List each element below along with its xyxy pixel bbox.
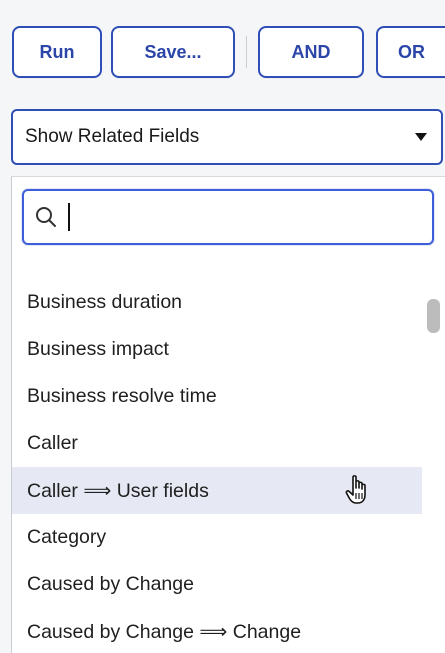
select-value: Show Related Fields: [25, 126, 200, 147]
list-item-label: Caller ⟹ User fields: [27, 479, 209, 502]
list-item[interactable]: Category: [12, 514, 422, 561]
list-item-label: Caused by Change ⟹ Change: [27, 620, 302, 643]
text-cursor: [68, 203, 70, 231]
run-button[interactable]: Run: [12, 26, 102, 78]
list-item-label: Caller: [27, 432, 78, 454]
or-button[interactable]: OR: [376, 26, 445, 78]
list-item-label: Business impact: [27, 338, 169, 360]
list-item-hovered[interactable]: Caller ⟹ User fields: [12, 467, 422, 514]
list-item[interactable]: Business resolve time: [12, 373, 422, 420]
and-button[interactable]: AND: [258, 26, 364, 78]
list-item-label: Business duration: [27, 291, 183, 313]
list-item[interactable]: Caused by Change ⟹ Change: [12, 608, 422, 653]
list-item-label: Business resolve time: [27, 385, 217, 407]
list-item-label: Caused by Change: [27, 573, 194, 595]
list-item[interactable]: Caused by Change: [12, 561, 422, 608]
related-fields-select[interactable]: Show Related Fields: [11, 109, 443, 165]
toolbar-divider: [246, 36, 247, 68]
save-button[interactable]: Save...: [111, 26, 235, 78]
list-item[interactable]: Business impact: [12, 326, 422, 373]
list-item[interactable]: Caller: [12, 420, 422, 467]
hand-pointer-icon: [345, 475, 366, 504]
list-item-label: Category: [27, 526, 107, 548]
list-item[interactable]: Business duration: [12, 279, 422, 326]
search-icon: [36, 207, 56, 227]
field-list: Business duration Business impact Busine…: [12, 279, 422, 653]
field-dropdown: ​ Business duration Business impact Busi…: [11, 176, 445, 653]
list-item-partial: ​: [12, 247, 422, 259]
toolbar: Run Save... AND OR: [0, 0, 445, 96]
search-input[interactable]: [66, 199, 416, 233]
search-box[interactable]: [22, 189, 434, 245]
scrollbar-thumb[interactable]: [427, 299, 440, 333]
left-margin: [0, 0, 11, 653]
chevron-down-icon[interactable]: [415, 133, 427, 141]
condition-builder-panel: Run Save... AND OR Show Related Fields ​…: [0, 0, 445, 653]
